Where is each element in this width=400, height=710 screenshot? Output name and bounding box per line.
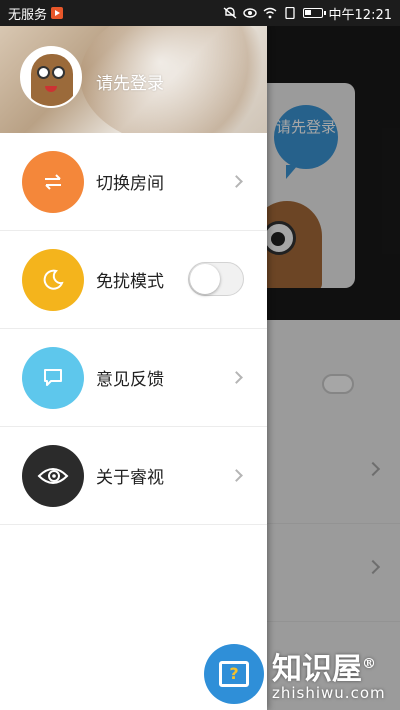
mascot-avatar-icon: [31, 54, 73, 106]
toggle-knob: [190, 264, 220, 294]
clock: 中午12:21: [328, 7, 392, 23]
chevron-right-icon: [230, 469, 243, 482]
avatar[interactable]: [20, 46, 82, 108]
navigation-drawer: 请先登录 切换房间 免扰模式 意见反馈 关于睿视: [0, 26, 267, 710]
menu-item-do-not-disturb: 免扰模式: [0, 231, 267, 329]
message-icon: [22, 346, 84, 409]
eye-status-icon: [242, 8, 257, 18]
menu-item-label: 关于睿视: [96, 468, 164, 488]
sim-icon: [284, 7, 295, 19]
do-not-disturb-toggle[interactable]: [188, 262, 244, 296]
menu-item-switch-room[interactable]: 切换房间: [0, 133, 267, 231]
watermark-url: zhishiwu.com: [272, 684, 386, 702]
watermark-title: 知识屋®: [272, 652, 376, 687]
chevron-right-icon: [230, 175, 243, 188]
login-prompt[interactable]: 请先登录: [96, 69, 164, 94]
status-icons: 中午12:21: [223, 4, 392, 23]
carrier-info: 无服务: [8, 4, 64, 23]
help-monitor-icon: ?: [204, 644, 264, 704]
menu-item-feedback[interactable]: 意见反馈: [0, 329, 267, 427]
watermark-glyph: ?: [219, 661, 249, 687]
moon-icon: [22, 248, 84, 311]
drawer-header[interactable]: 请先登录: [0, 26, 267, 133]
watermark: ? 知识屋® zhishiwu.com: [200, 640, 400, 710]
menu-item-about[interactable]: 关于睿视: [0, 427, 267, 525]
play-badge-icon: [51, 7, 64, 19]
battery-icon: [302, 8, 326, 18]
chevron-right-icon: [230, 371, 243, 384]
menu-item-label: 免扰模式: [96, 272, 164, 292]
carrier-text: 无服务: [8, 7, 48, 23]
mute-icon: [223, 7, 236, 19]
wifi-icon: [263, 7, 276, 19]
status-bar: 无服务 中午12:21: [0, 0, 400, 26]
eye-icon: [22, 444, 84, 507]
swap-icon: [22, 150, 84, 213]
menu-item-label: 意见反馈: [96, 370, 164, 390]
menu-item-label: 切换房间: [96, 174, 164, 194]
